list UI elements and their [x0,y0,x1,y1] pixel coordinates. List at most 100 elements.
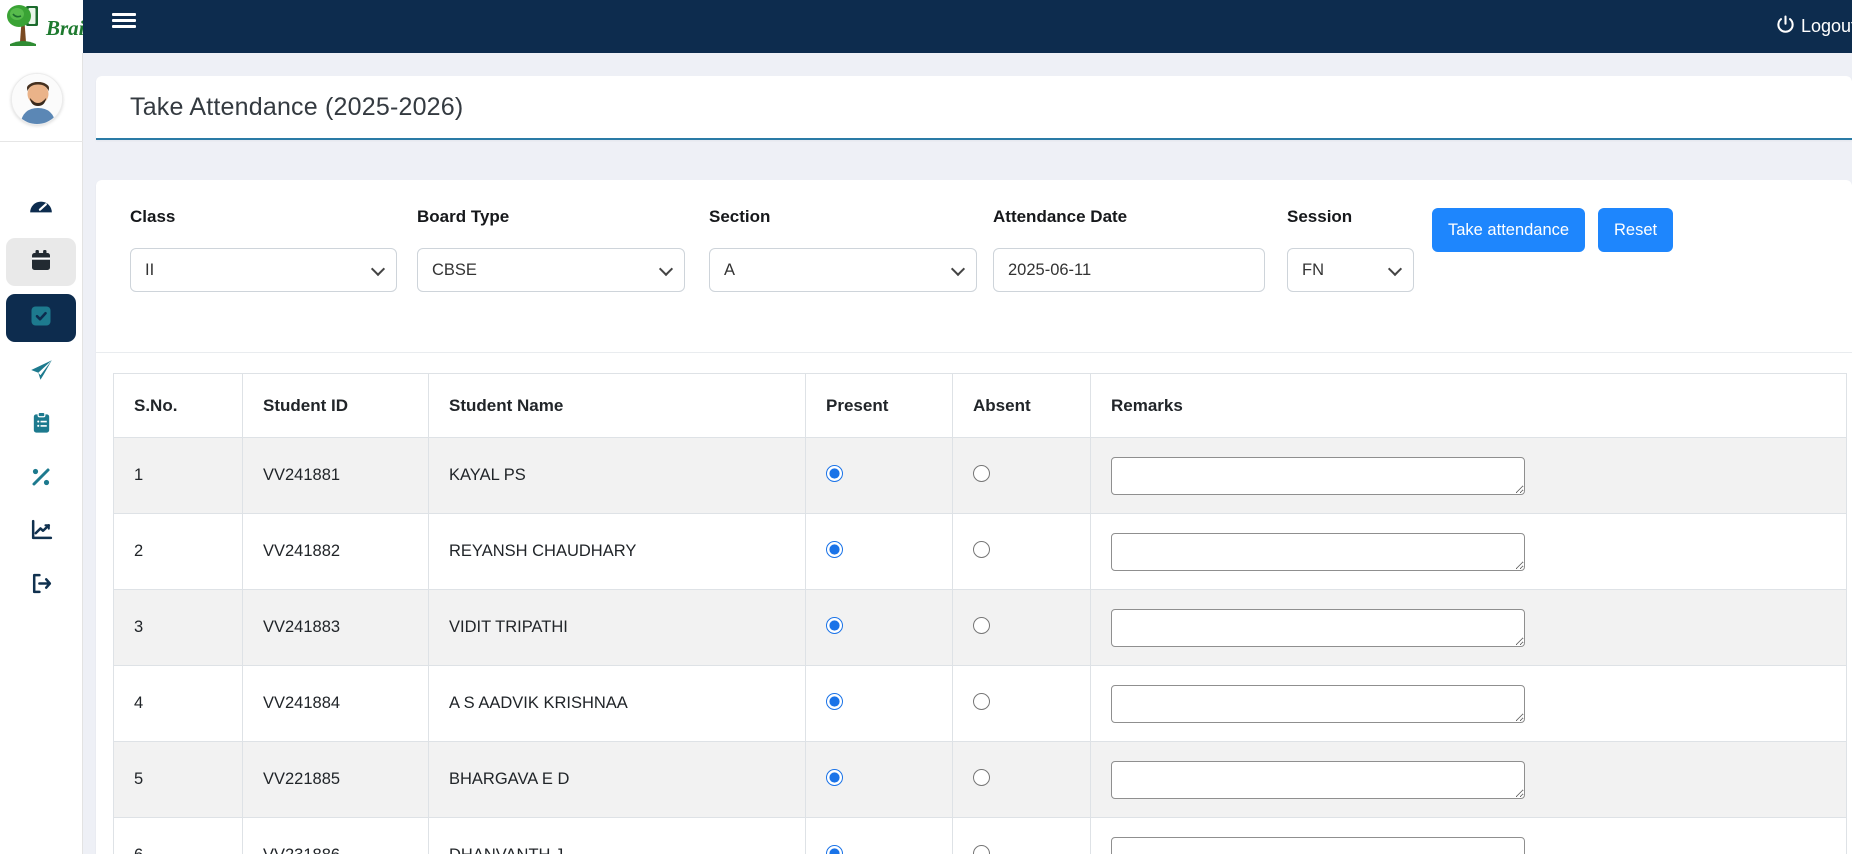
col-header-sno: S.No. [114,374,243,438]
remarks-cell [1091,818,1847,854]
student-row: 6 VV231886 DHANVANTH J [114,818,1847,854]
remarks-cell [1091,438,1847,514]
sidebar-item-analytics[interactable] [6,508,76,556]
class-select[interactable]: II [130,248,397,292]
remarks-textarea[interactable] [1111,457,1525,495]
absent-cell [953,666,1091,742]
sidebar [0,53,83,854]
logout-button[interactable]: Logout [1776,0,1852,53]
absent-radio[interactable] [973,541,990,558]
attendance-table: S.No. Student ID Student Name Present Ab… [113,373,1847,854]
student-id-cell: VV241882 [243,514,429,590]
sidebar-divider [0,141,83,142]
sidebar-item-send[interactable] [6,348,76,396]
sno-cell: 1 [114,438,243,514]
sidebar-item-calendar[interactable] [6,238,76,286]
sno-cell: 5 [114,742,243,818]
attendance-date-input[interactable] [993,248,1265,292]
take-attendance-button[interactable]: Take attendance [1432,208,1585,252]
section-select-wrap: A [709,248,977,292]
sno-cell: 2 [114,514,243,590]
absent-cell [953,590,1091,666]
sidebar-item-percentage[interactable] [6,455,76,503]
hamburger-icon[interactable] [112,13,136,28]
board-type-select-wrap: CBSE [417,248,685,292]
brand-logo[interactable]: Brain [0,0,83,53]
absent-radio[interactable] [973,693,990,710]
present-radio[interactable] [826,845,843,854]
absent-radio[interactable] [973,617,990,634]
absent-cell [953,742,1091,818]
sidebar-item-dashboard[interactable] [6,185,76,233]
absent-radio[interactable] [973,465,990,482]
table-header-row: S.No. Student ID Student Name Present Ab… [114,374,1847,438]
attendance-date-label: Attendance Date [993,207,1127,227]
class-label: Class [130,207,175,227]
remarks-textarea[interactable] [1111,761,1525,799]
present-cell [806,666,953,742]
student-id-cell: VV221885 [243,742,429,818]
present-radio[interactable] [826,465,843,482]
clipboard-list-icon [30,411,53,439]
student-name-cell: A S AADVIK KRISHNAA [429,666,806,742]
sno-cell: 6 [114,818,243,854]
speedometer-icon [28,194,54,225]
present-radio[interactable] [826,541,843,558]
student-row: 5 VV221885 BHARGAVA E D [114,742,1847,818]
section-label: Section [709,207,770,227]
remarks-textarea[interactable] [1111,533,1525,571]
col-header-absent: Absent [953,374,1091,438]
reset-button[interactable]: Reset [1598,208,1673,252]
student-row: 4 VV241884 A S AADVIK KRISHNAA [114,666,1847,742]
sidebar-item-take-attendance[interactable] [6,294,76,342]
session-select[interactable]: FN [1287,248,1414,292]
absent-radio[interactable] [973,845,990,854]
app-window: Brain Logout [0,0,1852,854]
brand-name: Brain [46,16,83,41]
main-content: Take Attendance (2025-2026) Class Board … [83,53,1852,854]
student-id-cell: VV241881 [243,438,429,514]
line-chart-icon [29,517,54,547]
student-name-cell: REYANSH CHAUDHARY [429,514,806,590]
user-avatar[interactable] [11,73,63,125]
sidebar-item-logout[interactable] [6,562,76,610]
calendar-icon [29,248,53,277]
page-header-card: Take Attendance (2025-2026) [96,76,1852,140]
section-divider [96,352,1852,353]
board-type-select[interactable]: CBSE [417,248,685,292]
top-navbar: Brain Logout [0,0,1852,53]
present-radio[interactable] [826,617,843,634]
check-square-icon [29,304,53,333]
page-title: Take Attendance (2025-2026) [130,93,463,122]
session-select-wrap: FN [1287,248,1414,292]
logout-icon [29,571,54,601]
absent-radio[interactable] [973,769,990,786]
present-cell [806,742,953,818]
student-row: 3 VV241883 VIDIT TRIPATHI [114,590,1847,666]
logout-label: Logout [1801,16,1852,37]
power-icon [1776,15,1795,39]
attendance-table-body: 1 VV241881 KAYAL PS 2 VV241882 REYANSH C… [114,438,1847,854]
attendance-table-wrap: S.No. Student ID Student Name Present Ab… [113,373,1846,854]
present-radio[interactable] [826,769,843,786]
remarks-textarea[interactable] [1111,837,1525,854]
section-select[interactable]: A [709,248,977,292]
remarks-cell [1091,514,1847,590]
absent-cell [953,438,1091,514]
remarks-textarea[interactable] [1111,685,1525,723]
present-radio[interactable] [826,693,843,710]
col-header-student-id: Student ID [243,374,429,438]
col-header-remarks: Remarks [1091,374,1847,438]
sno-cell: 3 [114,590,243,666]
session-label: Session [1287,207,1352,227]
tree-book-logo-icon [4,2,44,53]
sidebar-item-report[interactable] [6,401,76,449]
remarks-cell [1091,742,1847,818]
absent-cell [953,818,1091,854]
remarks-textarea[interactable] [1111,609,1525,647]
sno-cell: 4 [114,666,243,742]
remarks-cell [1091,666,1847,742]
class-select-wrap: II [130,248,397,292]
student-name-cell: BHARGAVA E D [429,742,806,818]
student-row: 2 VV241882 REYANSH CHAUDHARY [114,514,1847,590]
